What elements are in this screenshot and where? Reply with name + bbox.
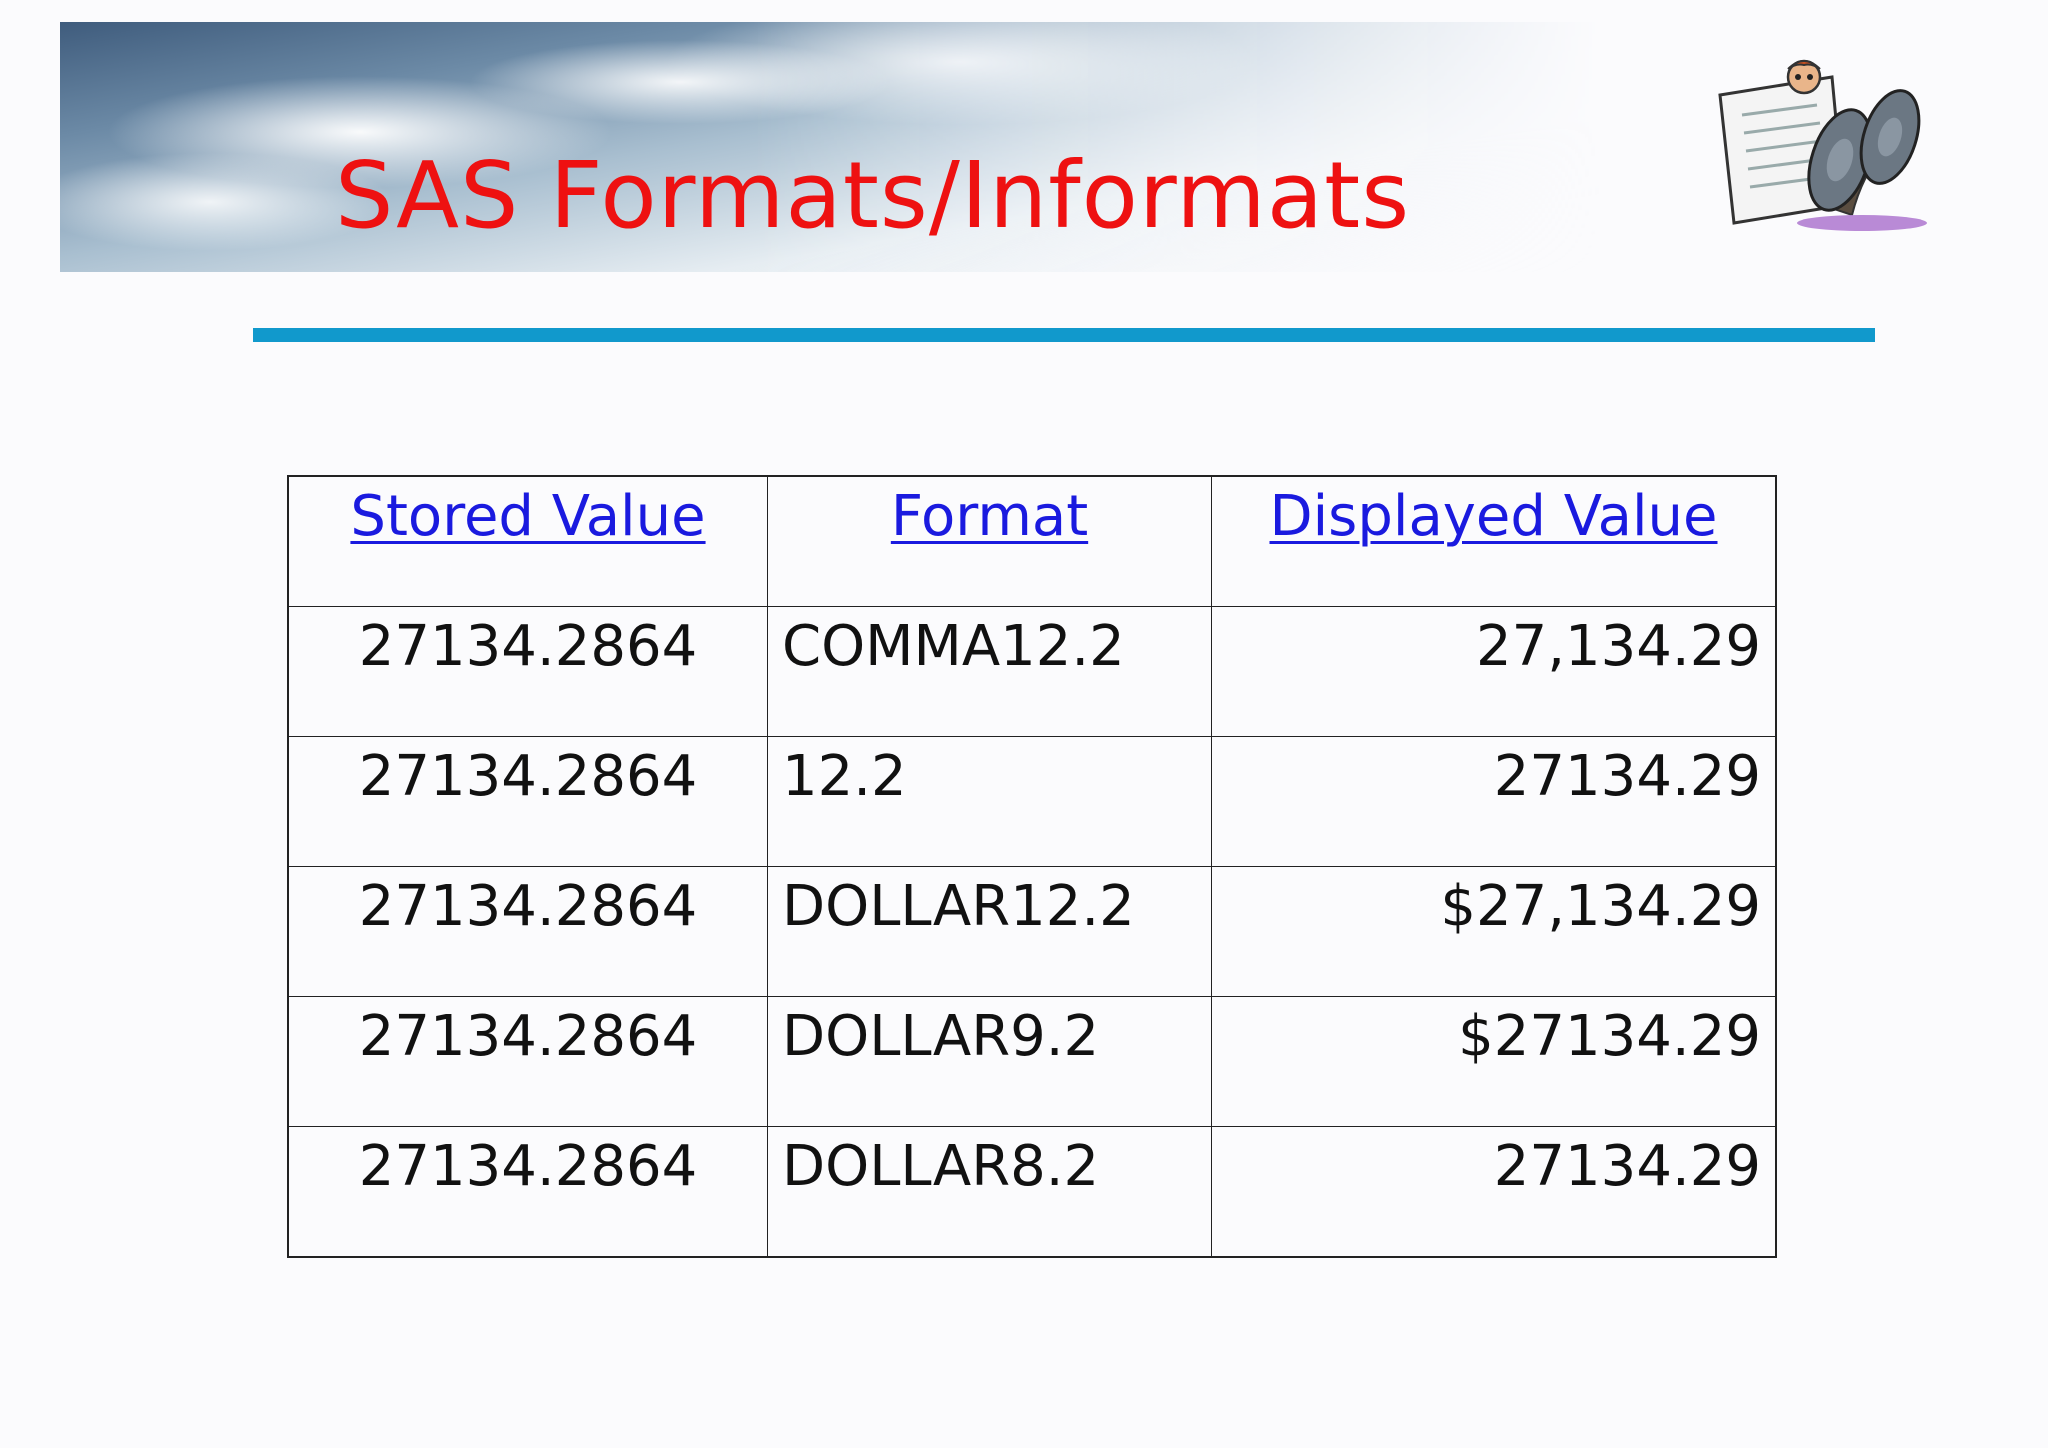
displayed-value-cell: 27134.29	[1211, 1126, 1777, 1258]
format-cell: DOLLAR12.2	[767, 866, 1212, 997]
header-stored-value[interactable]: Stored Value	[287, 475, 768, 607]
slide-title: SAS Formats/Informats	[335, 142, 1411, 249]
table-row: 27134.2864 COMMA12.2 27,134.29	[287, 606, 1777, 737]
newspaper-reader-icon	[1718, 59, 1927, 231]
displayed-value-cell: 27134.29	[1211, 736, 1777, 867]
stored-value-cell: 27134.2864	[287, 996, 768, 1127]
format-cell: DOLLAR9.2	[767, 996, 1212, 1127]
displayed-value-cell: $27,134.29	[1211, 866, 1777, 997]
header-format[interactable]: Format	[767, 475, 1212, 607]
stored-value-cell: 27134.2864	[287, 736, 768, 867]
table-row: 27134.2864 DOLLAR8.2 27134.29	[287, 1126, 1777, 1258]
header-displayed-value[interactable]: Displayed Value	[1211, 475, 1777, 607]
format-cell: DOLLAR8.2	[767, 1126, 1212, 1258]
table-row: 27134.2864 DOLLAR9.2 $27134.29	[287, 996, 1777, 1127]
table-row: 27134.2864 12.2 27134.29	[287, 736, 1777, 867]
stored-value-cell: 27134.2864	[287, 866, 768, 997]
displayed-value-cell: 27,134.29	[1211, 606, 1777, 737]
table-row: 27134.2864 DOLLAR12.2 $27,134.29	[287, 866, 1777, 997]
format-cell: COMMA12.2	[767, 606, 1212, 737]
format-cell: 12.2	[767, 736, 1212, 867]
stored-value-cell: 27134.2864	[287, 606, 768, 737]
title-rule	[253, 328, 1875, 342]
table-header-row: Stored Value Format Displayed Value	[287, 475, 1777, 607]
format-table: Stored Value Format Displayed Value 2713…	[287, 475, 1777, 1258]
displayed-value-cell: $27134.29	[1211, 996, 1777, 1127]
stored-value-cell: 27134.2864	[287, 1126, 768, 1258]
